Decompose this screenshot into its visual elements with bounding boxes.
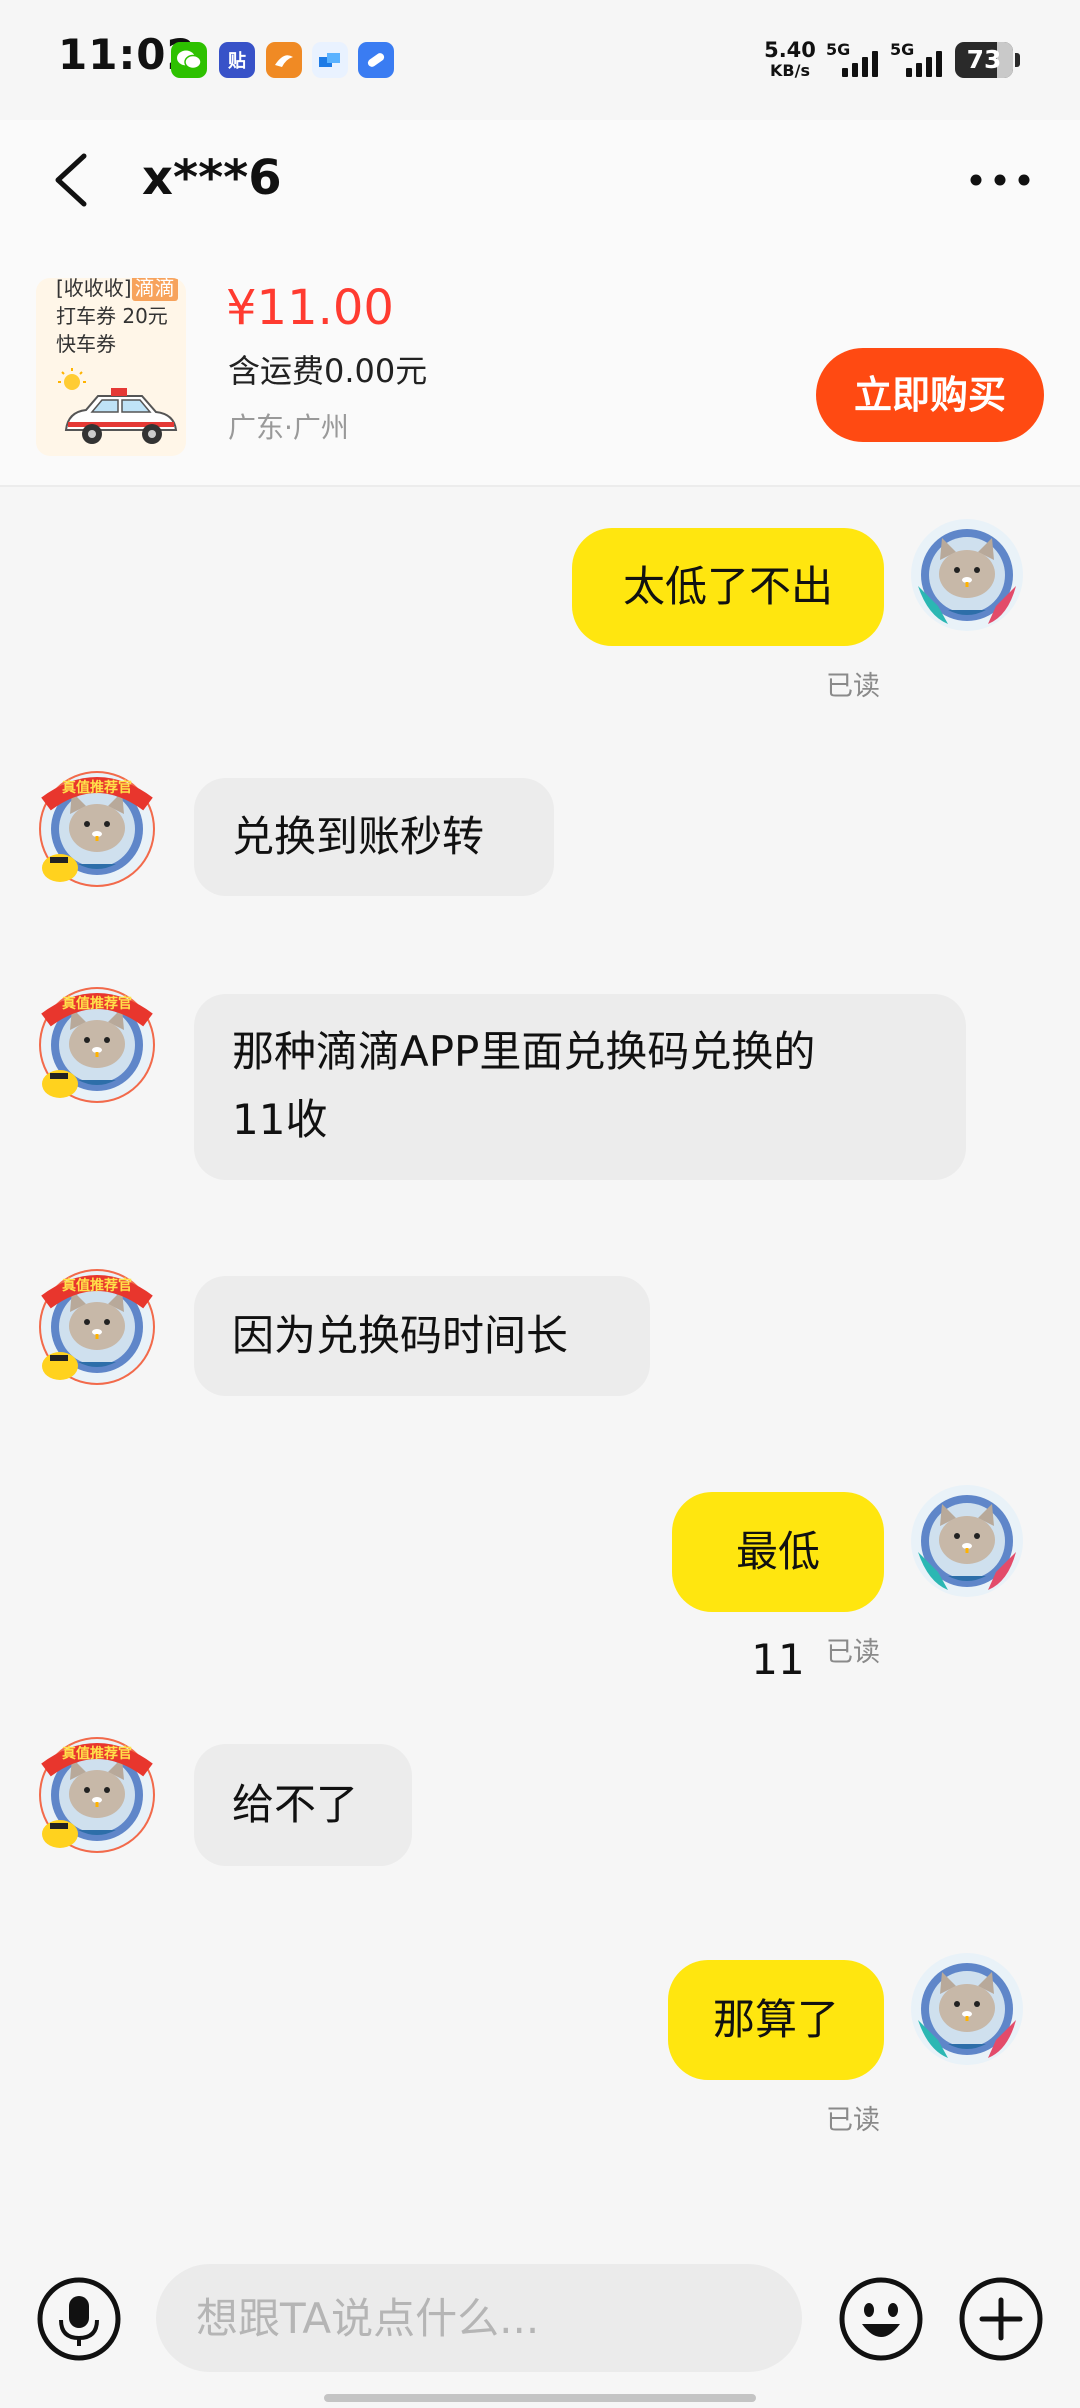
buy-now-button[interactable]: 立即购买 [816, 348, 1044, 442]
thumb-tag: 滴滴 [131, 278, 178, 301]
message-input[interactable] [156, 2264, 802, 2372]
message-text: 最低11 [735, 1527, 820, 1684]
message-text-line1: 那种滴滴APP里面兑换码兑换的 [232, 1027, 816, 1076]
product-shipping: 含运费0.00元 [228, 352, 428, 390]
my-avatar[interactable] [908, 516, 1026, 634]
seller-avatar[interactable]: 真值推荐官 [38, 1268, 156, 1386]
message-text: 因为兑换码时间长 [232, 1311, 569, 1360]
network-speed-unit: KB/s [770, 61, 810, 80]
add-icon[interactable] [958, 2276, 1044, 2362]
read-receipt: 已读 [826, 1637, 880, 1668]
battery-level: 73 [966, 45, 1002, 74]
my-avatar[interactable] [908, 1482, 1026, 1600]
battery-icon: 73 [955, 42, 1020, 78]
wechat-icon [171, 42, 207, 78]
network-speed-value: 5.40 [764, 38, 816, 62]
read-receipt: 已读 [826, 2105, 880, 2136]
signal-sim1-icon: 5G [826, 40, 886, 80]
message-bubble-theirs[interactable]: 兑换到账秒转 [194, 778, 554, 896]
pill-app-icon [358, 42, 394, 78]
status-bar: 11:02 贴 5.40 KB/s 5G 5G 73 [0, 0, 1080, 120]
message-bubble-mine[interactable]: 那算了 [668, 1960, 884, 2080]
input-bar [0, 2230, 1080, 2408]
message-bubble-mine[interactable]: 最低11 [672, 1492, 884, 1684]
avatar-badge: 真值推荐官 [62, 995, 132, 1012]
avatar-badge: 真值推荐官 [62, 1745, 132, 1762]
product-price: ¥11.00 [226, 280, 394, 336]
message-text: 兑换到账秒转 [232, 812, 485, 861]
my-avatar[interactable] [908, 1950, 1026, 2068]
emoji-icon[interactable] [838, 2276, 924, 2362]
sim2-label: 5G [890, 40, 915, 59]
avatar-badge: 真值推荐官 [62, 779, 132, 796]
thumb-line3: 快车券 [56, 332, 116, 356]
chevron-left-icon [55, 153, 87, 207]
back-button[interactable] [44, 150, 104, 210]
seller-avatar[interactable]: 真值推荐官 [38, 986, 156, 1104]
message-text: 太低了不出 [622, 562, 833, 611]
more-button[interactable] [960, 160, 1040, 200]
thumb-line1: [收收收] 滴滴 [56, 278, 178, 301]
message-bubble-theirs[interactable]: 那种滴滴APP里面兑换码兑换的 11收 [194, 994, 966, 1180]
guangdong-app-icon [266, 42, 302, 78]
message-bubble-theirs[interactable]: 给不了 [194, 1744, 412, 1866]
message-text: 那算了 [712, 1995, 839, 2044]
message-text: 给不了 [232, 1780, 359, 1829]
sim1-label: 5G [826, 40, 851, 59]
tieba-icon: 贴 [219, 42, 255, 78]
read-receipt: 已读 [826, 671, 880, 702]
message-bubble-mine[interactable]: 太低了不出 [572, 528, 884, 646]
network-speed: 5.40 KB/s [762, 40, 818, 79]
avatar-badge: 真值推荐官 [62, 1277, 132, 1294]
product-location: 广东·广州 [228, 411, 349, 444]
seller-avatar[interactable]: 真值推荐官 [38, 770, 156, 888]
more-dots-icon [970, 174, 1030, 186]
chat-title: x***6 [142, 150, 282, 206]
taxi-car-icon [58, 368, 178, 444]
message-bubble-theirs[interactable]: 因为兑换码时间长 [194, 1276, 650, 1396]
file-transfer-icon [312, 42, 348, 78]
thumb-line2: 打车券 20元 [56, 304, 168, 328]
seller-avatar[interactable]: 真值推荐官 [38, 1736, 156, 1854]
message-text-line2: 11收 [232, 1095, 328, 1144]
microphone-icon[interactable] [36, 2276, 122, 2362]
chat-header: x***6 [收收收] 滴滴 打车券 20元 快车券 ¥11.00 含运费0.0… [0, 120, 1080, 487]
signal-sim2-icon: 5G [890, 40, 950, 80]
product-thumbnail[interactable]: [收收收] 滴滴 打车券 20元 快车券 [36, 278, 186, 456]
home-indicator[interactable] [324, 2394, 756, 2402]
